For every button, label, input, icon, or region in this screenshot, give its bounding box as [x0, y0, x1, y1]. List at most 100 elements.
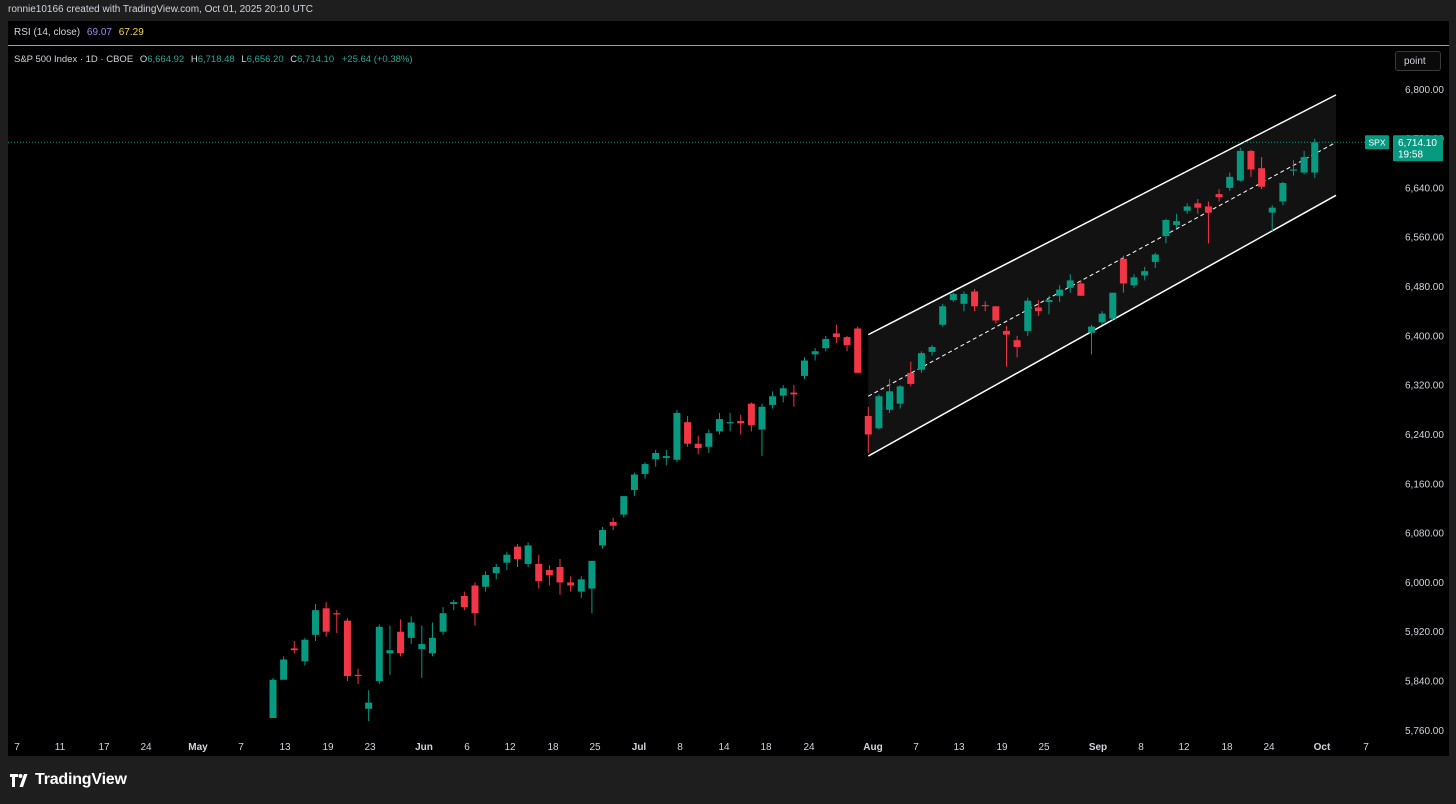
point-button[interactable]: point	[1395, 51, 1441, 71]
y-tick-label: 6,400.00	[1405, 331, 1444, 342]
high-value: 6,718.48	[197, 54, 235, 65]
x-tick-label: 12	[504, 742, 516, 753]
candle-body	[524, 545, 532, 564]
x-tick-label: 7	[14, 742, 20, 753]
candle-body	[1247, 150, 1255, 170]
candle-body	[588, 560, 596, 589]
tradingview-logo[interactable]: TradingView	[10, 771, 127, 789]
x-tick-label: 7	[238, 742, 244, 753]
candle	[917, 351, 925, 373]
y-tick-label: 6,240.00	[1405, 430, 1444, 441]
candle-body	[407, 622, 415, 638]
candle-body	[981, 305, 989, 307]
candle-body	[737, 420, 745, 424]
candle-body	[1141, 271, 1149, 276]
candle	[630, 472, 638, 497]
candle-body	[280, 659, 288, 680]
x-tick-label: Aug	[863, 742, 882, 753]
candle-body	[1204, 206, 1212, 213]
y-tick-label: 6,080.00	[1405, 529, 1444, 540]
candle	[269, 677, 277, 719]
candle	[737, 414, 745, 435]
candle-body	[1119, 258, 1127, 284]
x-tick-label: 18	[1221, 742, 1233, 753]
candle-body	[492, 567, 500, 574]
candle	[684, 415, 692, 447]
candle-body	[758, 406, 766, 430]
candle-body	[301, 639, 309, 662]
candle	[875, 394, 883, 430]
x-tick-label: 18	[547, 742, 559, 753]
candle-body	[1183, 206, 1191, 211]
candle-body	[482, 575, 490, 587]
candle-body	[747, 403, 755, 426]
candle-body	[450, 602, 458, 604]
candle-body	[832, 333, 840, 338]
candle-body	[577, 579, 585, 592]
x-tick-label: 14	[718, 742, 730, 753]
candle-body	[1194, 203, 1202, 208]
candle	[439, 607, 447, 635]
candle-body	[715, 419, 723, 432]
y-tick-label: 5,840.00	[1405, 677, 1444, 688]
candle-body	[875, 396, 883, 429]
price-chart[interactable]: 6,800.006,720.006,640.006,560.006,480.00…	[8, 21, 1449, 756]
candle-body	[1024, 300, 1032, 331]
candle	[843, 335, 851, 352]
candle-body	[896, 386, 904, 404]
candle	[747, 402, 755, 432]
x-tick-label: Sep	[1089, 742, 1107, 753]
candle	[460, 591, 468, 611]
y-tick-label: 5,920.00	[1405, 627, 1444, 638]
candle	[450, 599, 458, 611]
y-tick-label: 6,800.00	[1405, 85, 1444, 96]
candle	[471, 582, 479, 626]
tradingview-logo-icon	[10, 773, 28, 787]
x-tick-label: May	[188, 742, 208, 753]
symbol-title: S&P 500 Index · 1D · CBOE	[14, 54, 134, 65]
x-tick-label: 6	[464, 742, 470, 753]
rsi-legend: RSI (14, close) 69.07 67.29	[14, 27, 144, 38]
candle	[1311, 138, 1319, 179]
candle	[312, 603, 320, 641]
symbol-tag-text: SPX	[1368, 137, 1385, 147]
candle-body	[992, 306, 1000, 321]
candle-body	[1300, 157, 1308, 173]
candle	[556, 558, 564, 595]
candle	[599, 526, 607, 549]
candle-body	[790, 392, 798, 395]
x-tick-label: 18	[760, 742, 772, 753]
close-value: 6,714.10	[297, 54, 335, 65]
candle-body	[1215, 194, 1223, 198]
chart-frame[interactable]: 6,800.006,720.006,640.006,560.006,480.00…	[8, 21, 1449, 756]
candle-body	[460, 595, 468, 608]
candle-body	[1173, 221, 1181, 225]
candle	[428, 622, 436, 657]
channel-fill	[868, 94, 1336, 457]
change-value: +25.64 (+0.38%)	[341, 54, 413, 65]
y-tick-label: 5,760.00	[1405, 726, 1444, 737]
candle-body	[1066, 280, 1074, 288]
rsi-pane-header: RSI (14, close) 69.07 67.29	[8, 21, 1449, 46]
candle	[758, 403, 766, 457]
candle	[545, 565, 553, 586]
x-tick-label: Jul	[632, 742, 647, 753]
candle-body	[599, 530, 607, 546]
candle-body	[312, 610, 320, 635]
candle-body	[662, 456, 670, 458]
candle-body	[556, 567, 564, 583]
candle	[567, 576, 575, 592]
x-tick-label: 25	[589, 742, 601, 753]
candle-body	[354, 674, 362, 677]
candle-body	[864, 415, 872, 435]
candle-body	[705, 433, 713, 447]
candle	[779, 385, 787, 403]
candle-body	[652, 452, 660, 460]
candle-body	[949, 293, 957, 301]
candle	[939, 303, 947, 327]
candle-body	[1289, 169, 1297, 171]
candle	[343, 618, 351, 682]
candle	[290, 640, 298, 654]
candle	[790, 385, 798, 407]
x-tick-label: 23	[364, 742, 376, 753]
